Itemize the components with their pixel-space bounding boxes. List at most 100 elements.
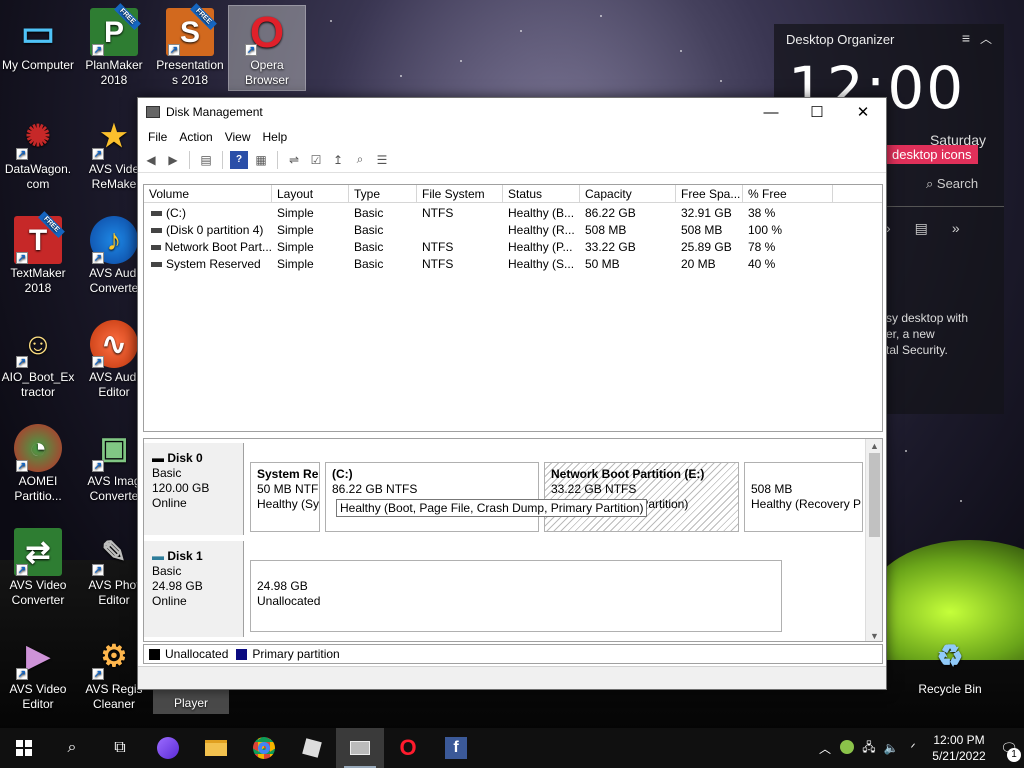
menu-action[interactable]: Action [173,130,218,144]
organizer-toolbar[interactable]: ›▤» [886,220,984,237]
layout-cell: Simple [277,240,314,254]
folder-icon [205,740,227,756]
column-capacity[interactable]: Capacity [580,185,676,202]
forward-arrow-icon[interactable]: ▶ [164,151,182,169]
taskbar-chrome[interactable] [240,728,288,768]
column-layout[interactable]: Layout [272,185,349,202]
volume-row[interactable]: (C:) Simple Basic NTFS Healthy (B... 86.… [144,205,882,222]
taskbar-roblox[interactable] [288,728,336,768]
column-status[interactable]: Status [503,185,580,202]
title-bar[interactable]: Disk Management — ☐ ✕ [138,98,886,127]
volume-icon[interactable]: 🔈 [880,741,902,755]
menu-help[interactable]: Help [257,130,294,144]
avs-image-converter-icon: ▣ ↗ [92,431,129,472]
chevron-up-icon[interactable]: ︿ [980,30,992,47]
search-folder-icon[interactable]: ⌕ [351,151,369,169]
notification-button[interactable]: 🗨 1 [994,728,1024,768]
desktop-icon-aio-boot[interactable]: ☺ ↗ AIO_Boot_Ex tractor [0,320,76,400]
desktop-icon-label: AIO_Boot_Ex tractor [1,370,75,399]
partition-network-boot[interactable]: Network Boot Partition (E:) 33.22 GB NTF… [544,462,739,532]
layout-cell: Simple [277,223,314,237]
list-view-icon[interactable]: ☰ [373,151,391,169]
help-icon[interactable]: ? [230,150,248,169]
minimize-button[interactable]: — [748,98,794,127]
capacity-cell: 508 MB [585,223,627,237]
start-button[interactable] [0,728,48,768]
organizer-text-line: er, a new [886,327,935,341]
volume-row[interactable]: (Disk 0 partition 4) Simple Basic Health… [144,222,882,239]
chevron-up-icon[interactable]: ︿ [814,740,836,757]
disk-management-icon [350,741,370,755]
back-arrow-icon[interactable]: ◀ [142,151,160,169]
partition-recovery[interactable]: 508 MB Healthy (Recovery P [744,462,863,532]
free-cell: 20 MB [681,257,716,271]
partition-unallocated[interactable]: 24.98 GB Unallocated [250,560,782,632]
show-hide-pane-icon[interactable]: ▦ [252,151,270,169]
disk-view-scrollbar[interactable]: ▲ ▼ [865,439,882,641]
partition-system-reserved[interactable]: System Re 50 MB NTFS Healthy (Sy [250,462,320,532]
volume-row[interactable]: System Reserved Simple Basic NTFS Health… [144,256,882,273]
chrome-icon [253,737,275,759]
disk-name: Disk 0 [167,451,203,465]
maximize-button[interactable]: ☐ [794,98,840,127]
avs-audio-editor-icon: ∿ ↗ [90,320,138,368]
organizer-badge[interactable]: desktop icons [886,145,978,164]
type-cell: Basic [354,240,384,254]
desktop-icon-opera[interactable]: O ↗ Opera Browser [228,5,306,91]
volume-row[interactable]: Network Boot Part... Simple Basic NTFS H… [144,239,882,256]
disk-label[interactable]: ▬ Disk 0 Basic 120.00 GB Online [144,443,244,535]
keyboard-icon[interactable]: ᐟ [902,741,924,755]
desktop-icon-planmaker[interactable]: P FREE ↗ PlanMaker 2018 [76,3,152,88]
tray-app-icon[interactable] [836,739,858,757]
desktop-icon-avs-video-converter[interactable]: ⇄ ↗ AVS Video Converter [0,528,76,608]
connect-icon[interactable]: ⇌ [285,151,303,169]
checklist-icon[interactable]: ☑ [307,151,325,169]
scroll-down-icon[interactable]: ▼ [866,629,882,641]
percent-cell: 38 % [748,206,776,220]
menu-view[interactable]: View [219,130,257,144]
taskbar-facebook[interactable]: f [432,728,480,768]
column-percent-free[interactable]: % Free [743,185,833,202]
desktop-icon-textmaker[interactable]: T FREE ↗ TextMaker 2018 [0,211,76,296]
recycle-bin-icon: ♻ [936,639,964,673]
network-icon[interactable]: 🖧 [858,738,880,759]
organizer-text: sy desktop with er, a new tal Security. [886,310,968,358]
desktop-icon-datawagon[interactable]: ✺ ↗ DataWagon. com [0,112,76,192]
up-folder-icon[interactable]: ↥ [329,151,347,169]
desktop-icon-recycle-bin[interactable]: ♻ Recycle Bin [912,632,988,697]
organizer-search[interactable]: ⌕ Search [926,176,978,192]
close-button[interactable]: ✕ [840,98,886,127]
desktop-icon-my-computer[interactable]: ▭ My Computer [0,8,76,73]
disk-label[interactable]: ▬ Disk 1 Basic 24.98 GB Online [144,541,244,637]
status-cell: Healthy (B... [508,206,575,220]
taskbar-clock[interactable]: 12:00 PM 5/21/2022 [924,732,994,764]
taskbar-assistant[interactable] [144,728,192,768]
properties-icon[interactable]: ▤ [197,151,215,169]
task-view-button[interactable]: ⧉ [96,728,144,768]
column-volume[interactable]: Volume [144,185,272,202]
search-icon: ⌕ [67,739,77,756]
partition-c[interactable]: (C:) 86.22 GB NTFS [325,462,539,532]
type-cell: Basic [354,223,384,237]
taskbar-opera[interactable]: O [384,728,432,768]
menu-file[interactable]: File [142,130,173,144]
desktop-icon-player[interactable]: Player [153,690,229,714]
column-type[interactable]: Type [349,185,417,202]
scroll-up-icon[interactable]: ▲ [866,439,882,453]
desktop-icon-label: AVS Phot Editor [88,578,140,607]
disk-row-1: ▬ Disk 1 Basic 24.98 GB Online 24.98 GB … [144,541,864,637]
taskbar-disk-management[interactable] [336,728,384,768]
free-cell: 25.89 GB [681,240,732,254]
hamburger-menu-icon[interactable]: ≡ [962,30,970,46]
desktop-icon-label: TextMaker 2018 [10,266,66,295]
computer-icon: ▭ [20,11,55,53]
search-button[interactable]: ⌕ [48,728,96,768]
desktop-icon-avs-video-editor[interactable]: ▶ ↗ AVS Video Editor [0,632,76,712]
desktop-icon-aomei[interactable]: ◔ ↗ AOMEI Partitio... [0,424,76,504]
desktop-icon-presentations[interactable]: S FREE ↗ Presentation s 2018 [152,3,228,88]
scroll-thumb[interactable] [869,453,880,537]
column-file-system[interactable]: File System [417,185,503,202]
desktop-icon-label: Player [173,696,208,710]
column-free-space[interactable]: Free Spa... [676,185,743,202]
taskbar-file-explorer[interactable] [192,728,240,768]
